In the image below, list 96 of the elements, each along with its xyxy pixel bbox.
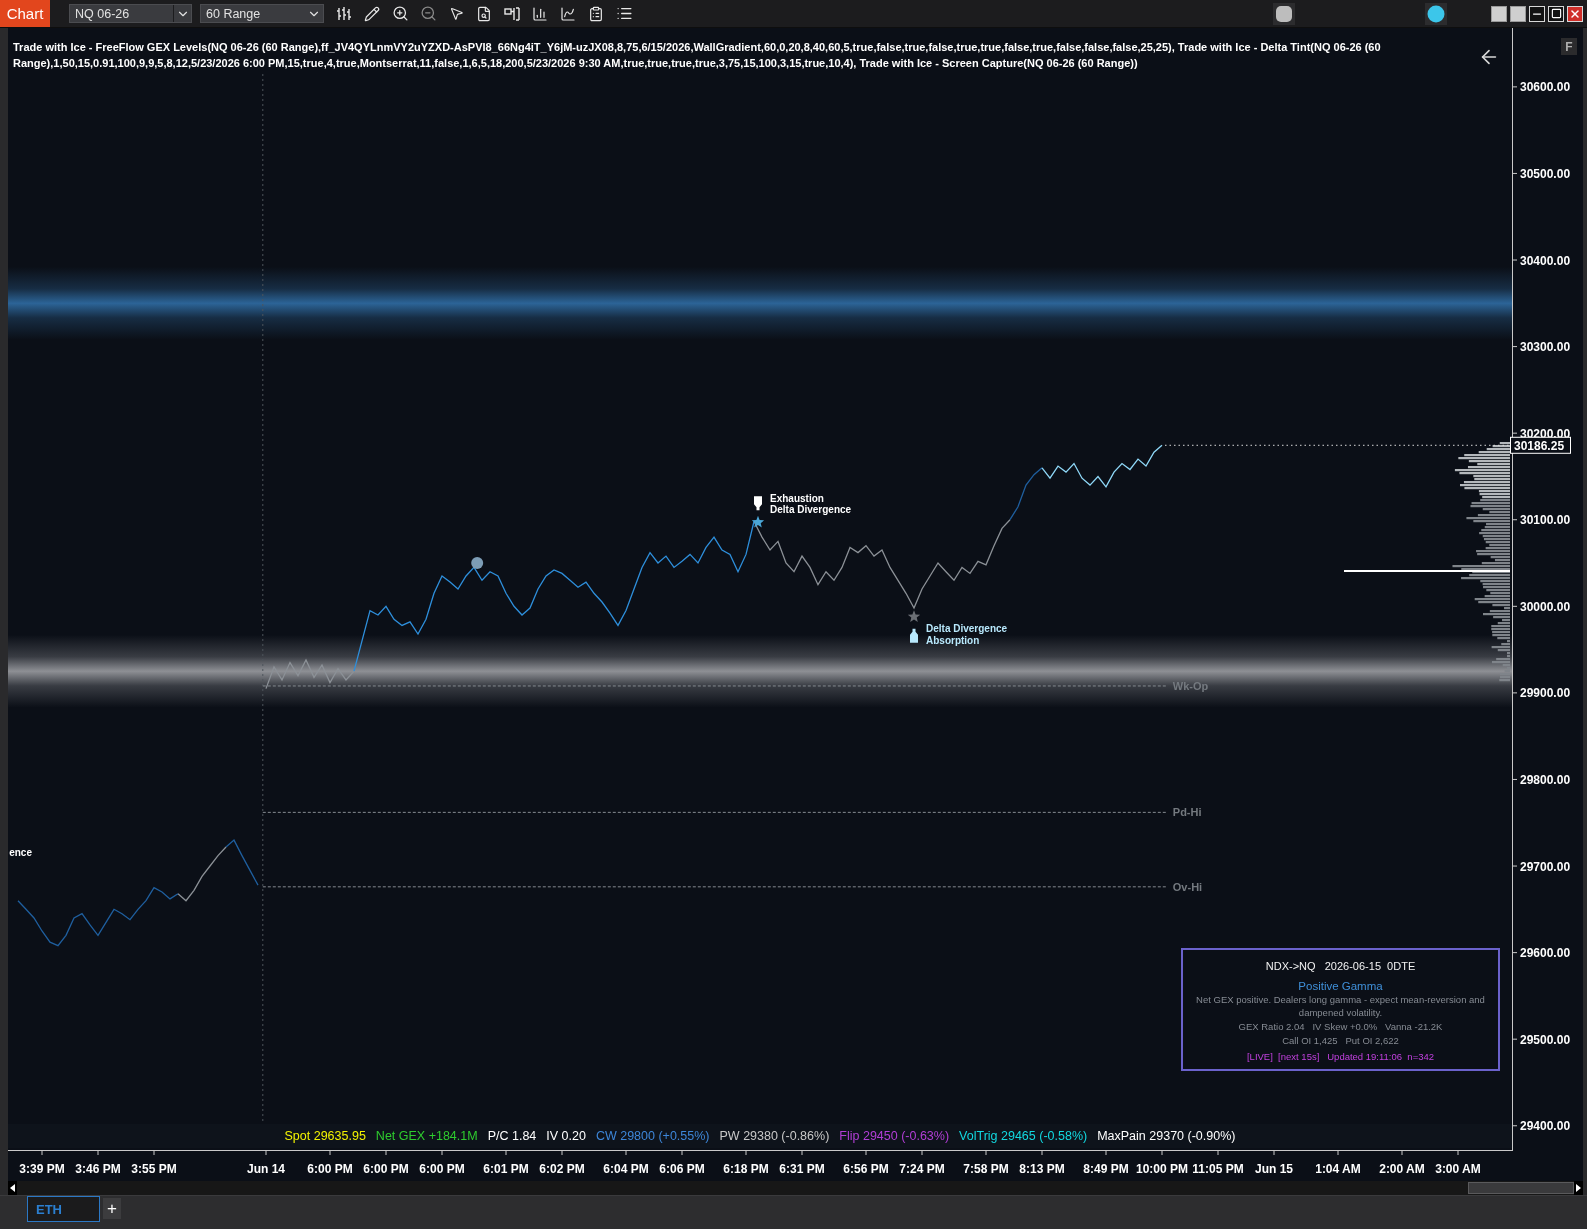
star-icon (907, 610, 921, 622)
stat-text: PW 29380 (-0.86%) (719, 1129, 830, 1143)
price-axis-label: 29400.00 (1520, 1119, 1571, 1134)
price-axis-label: 29600.00 (1520, 946, 1571, 961)
indicator-header: Trade with Ice - FreeFlow GEX Levels(NQ 06-26 (60 Range),ff_JV4QYLnmVY2uYZXD-AsPVI8_66Ng4iT_Y6jM-uzJX08,8,75,6/15/2026,WallGradient,60,0,20,8,40,60,5,true,false,true,false,true,true,false,true,false,false,false,25,25), Trade with Ice - Delta Tint(NQ 06-26 (60 Range),1,50,15,0.91,100,9,9,5,8,12,5/23/2026 6:00 PM,15,true,4,true,Montserrat,11,false,1,6,5,18,200,5/23/2026 9:30 AM,true,true,true,true,3,75,15,100,3,15,true,10,4), Trade with Ice - Screen Capture(NQ 06-26 (60 Range)) (13, 40, 1382, 71)
time-axis-label: 6:56 PM (843, 1162, 889, 1176)
star-icon (751, 515, 765, 528)
interval-dropdown[interactable]: 60 Range (200, 4, 324, 23)
time-axis-label: 8:49 PM (1083, 1162, 1129, 1176)
f-button[interactable]: F (1561, 38, 1577, 55)
zoom-out-icon[interactable] (419, 5, 437, 22)
stat-text: MaxPain 29370 (-0.90%) (1097, 1129, 1236, 1143)
time-axis-label: 6:31 PM (779, 1162, 825, 1176)
stat-text: Net GEX +184.1M (375, 1129, 478, 1143)
level-label: Wk-Op (1172, 679, 1209, 692)
window-button[interactable] (1510, 5, 1526, 22)
time-axis-label: Jun 14 (247, 1162, 285, 1176)
panel-title: NDX->NQ 2026-06-15 0DTE (1265, 959, 1416, 973)
price-axis-label: 30300.00 (1520, 340, 1571, 355)
chart-tab[interactable]: Chart (0, 0, 50, 27)
maximize-button[interactable] (1548, 5, 1564, 22)
price-axis-label: 30000.00 (1520, 599, 1571, 614)
time-axis-label: 6:06 PM (659, 1162, 705, 1176)
regime-label: Positive Gamma (1298, 979, 1383, 993)
list-icon[interactable] (615, 5, 633, 22)
session-tab[interactable]: ETH (27, 1196, 100, 1222)
rounded-square-icon[interactable] (1273, 2, 1295, 25)
pencil-icon[interactable] (364, 5, 380, 22)
time-axis-label: 3:55 PM (131, 1162, 177, 1176)
circle-icon[interactable] (1425, 2, 1447, 25)
price-axis-label: 29500.00 (1520, 1032, 1571, 1047)
signal-label: Exhaustion (770, 492, 824, 504)
price-axis-label: 30400.00 (1520, 253, 1571, 268)
triangle-left-icon[interactable] (10, 1184, 15, 1192)
price-tag: 30186.25 (1510, 436, 1571, 454)
stats-text: GEX Ratio 2.04 IV Skew +0.0% Vanna -21.2K (1238, 1021, 1443, 1034)
window-button[interactable] (1491, 5, 1507, 22)
price-axis-label: 29800.00 (1520, 772, 1571, 787)
signal-label: Delta Divergence (770, 503, 852, 515)
price-axis-label: 30100.00 (1520, 513, 1571, 528)
time-axis-label: 6:01 PM (483, 1162, 529, 1176)
signal-label: Absorption (926, 634, 980, 646)
time-axis-label: 3:39 PM (19, 1162, 65, 1176)
minimize-button[interactable] (1529, 5, 1545, 22)
time-axis-label: 6:02 PM (539, 1162, 585, 1176)
clipboard-icon[interactable] (588, 5, 604, 22)
time-axis-label: 6:00 PM (363, 1162, 409, 1176)
pointer-up-icon (910, 628, 918, 643)
zoom-in-icon[interactable] (391, 5, 409, 22)
time-axis-label: 1:04 AM (1315, 1162, 1361, 1176)
description-text: Net GEX positive. Dealers long gamma - expect mean-reversion and dampened volatility. (1195, 994, 1486, 1019)
time-axis-label: 8:13 PM (1019, 1162, 1065, 1176)
scrollbar[interactable] (8, 1181, 1583, 1195)
price-axis-label: 29700.00 (1520, 859, 1571, 874)
signal-label: ence (9, 846, 32, 858)
time-axis-label: 2:00 AM (1379, 1162, 1425, 1176)
time-axis-label: 7:58 PM (963, 1162, 1009, 1176)
time-axis-label: 10:00 PM (1136, 1162, 1188, 1176)
stat-text: Flip 29450 (-0.63%) (839, 1129, 950, 1143)
stat-text: P/C 1.84 (487, 1129, 537, 1143)
line-chart-icon[interactable] (560, 5, 576, 22)
time-axis-label: 11:05 PM (1192, 1162, 1244, 1176)
level-label: Pd-Hi (1172, 806, 1202, 819)
close-icon (1569, 7, 1581, 20)
time-axis-label: 6:00 PM (307, 1162, 353, 1176)
time-axis-label: 6:00 PM (419, 1162, 465, 1176)
scrollbar-thumb[interactable] (1468, 1182, 1574, 1194)
close-button[interactable] (1567, 5, 1583, 22)
stat-text: IV 0.20 (546, 1129, 586, 1143)
time-axis-label: 7:24 PM (899, 1162, 945, 1176)
triangle-right-icon[interactable] (1576, 1184, 1581, 1192)
dot-icon (471, 557, 484, 570)
time-axis-label: 3:46 PM (75, 1162, 121, 1176)
time-axis-label: 6:18 PM (723, 1162, 769, 1176)
frame-icon[interactable] (504, 5, 520, 22)
maximize-icon (1550, 8, 1562, 19)
price-axis-label: 29900.00 (1520, 686, 1571, 701)
document-search-icon[interactable] (476, 5, 492, 22)
cursor-icon[interactable] (448, 6, 464, 21)
pointer-down-icon (754, 496, 762, 511)
level-label: Ov-Hi (1172, 880, 1203, 893)
ohlc-bars-icon[interactable] (336, 5, 352, 22)
stat-text: CW 29800 (+0.55%) (595, 1129, 710, 1143)
price-axis-label: 30600.00 (1520, 80, 1571, 95)
time-axis-label: 6:04 PM (603, 1162, 649, 1176)
stats-text: Call OI 1,425 Put OI 2,622 (1282, 1034, 1399, 1047)
instrument-dropdown[interactable]: NQ 06-26 (69, 4, 192, 23)
time-axis-label: Jun 15 (1255, 1162, 1293, 1176)
stat-text: VolTrig 29465 (-0.58%) (959, 1129, 1088, 1143)
status-text: [LIVE] [next 15s] Updated 19:11:06 n=342 (1246, 1051, 1435, 1064)
stat-text: Spot 29635.95 (284, 1129, 366, 1143)
add-tab-button[interactable]: + (103, 1198, 121, 1219)
time-axis-label: 3:00 AM (1435, 1162, 1481, 1176)
bar-chart-icon[interactable] (532, 5, 548, 22)
price-axis-label: 30500.00 (1520, 166, 1571, 181)
signal-label: Delta Divergence (926, 623, 1008, 635)
